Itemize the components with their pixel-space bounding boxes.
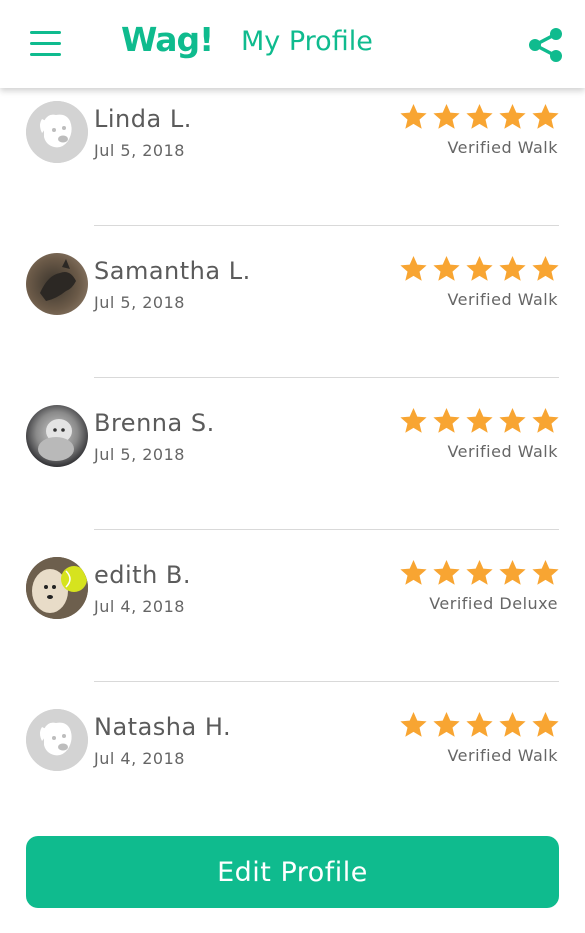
star-icon (433, 560, 460, 585)
star-icon (532, 408, 559, 433)
star-icon (532, 712, 559, 737)
reviewer-name: Natasha H. (94, 713, 232, 741)
divider (94, 225, 559, 226)
review-row: Samantha L. Jul 5, 2018 Verified Walk (0, 240, 585, 392)
reviewer-name: Samantha L. (94, 257, 251, 285)
app-header: Wag! My Profile (0, 0, 585, 88)
star-icon (466, 408, 493, 433)
reviewer-name: Linda L. (94, 105, 192, 133)
walk-type: Verified Walk (447, 138, 558, 157)
review-date: Jul 5, 2018 (94, 445, 185, 464)
page-title: My Profile (241, 26, 373, 57)
review-date: Jul 5, 2018 (94, 141, 185, 160)
divider (94, 681, 559, 682)
reviewer-name: Brenna S. (94, 409, 215, 437)
share-icon[interactable] (526, 27, 566, 63)
star-icon (466, 104, 493, 129)
walk-type: Verified Walk (447, 746, 558, 765)
star-icon (400, 256, 427, 281)
reviewer-name: edith B. (94, 561, 192, 589)
dog-photo-avatar (26, 405, 88, 467)
star-icon (466, 256, 493, 281)
star-icon (532, 104, 559, 129)
menu-icon[interactable] (30, 31, 62, 57)
review-row: Brenna S. Jul 5, 2018 Verified Walk (0, 392, 585, 544)
rating-stars (399, 407, 560, 435)
star-icon (499, 104, 526, 129)
star-icon (433, 256, 460, 281)
star-icon (433, 408, 460, 433)
wag-logo: Wag! (121, 20, 214, 59)
dog-photo-avatar (26, 557, 88, 619)
rating-stars (399, 255, 560, 283)
default-dog-icon (26, 101, 88, 163)
star-icon (400, 712, 427, 737)
divider (94, 377, 559, 378)
walk-type: Verified Walk (447, 442, 558, 461)
star-icon (499, 712, 526, 737)
review-date: Jul 4, 2018 (94, 749, 185, 768)
divider (94, 529, 559, 530)
review-row: Linda L. Jul 5, 2018 Verified Walk (0, 88, 585, 240)
star-icon (400, 560, 427, 585)
star-icon (466, 712, 493, 737)
star-icon (532, 560, 559, 585)
star-icon (499, 256, 526, 281)
walk-type: Verified Walk (447, 290, 558, 309)
review-date: Jul 4, 2018 (94, 597, 185, 616)
dog-photo-avatar (26, 253, 88, 315)
walk-type: Verified Deluxe (429, 594, 558, 613)
star-icon (499, 408, 526, 433)
star-icon (466, 560, 493, 585)
edit-profile-button[interactable]: Edit Profile (26, 836, 559, 908)
star-icon (433, 712, 460, 737)
star-icon (499, 560, 526, 585)
star-icon (433, 104, 460, 129)
rating-stars (399, 103, 560, 131)
review-date: Jul 5, 2018 (94, 293, 185, 312)
star-icon (532, 256, 559, 281)
review-row: edith B. Jul 4, 2018 Verified Deluxe (0, 544, 585, 696)
default-dog-icon (26, 709, 88, 771)
star-icon (400, 408, 427, 433)
rating-stars (399, 711, 560, 739)
review-row: Natasha H. Jul 4, 2018 Verified Walk (0, 696, 585, 848)
rating-stars (399, 559, 560, 587)
star-icon (400, 104, 427, 129)
